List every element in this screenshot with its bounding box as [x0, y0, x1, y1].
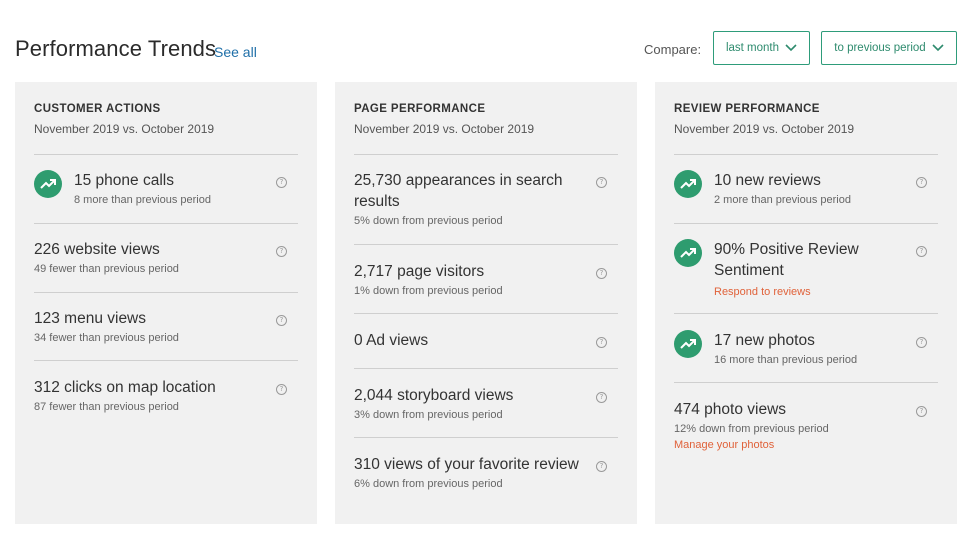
customer-actions-card: CUSTOMER ACTIONS November 2019 vs. Octob… — [15, 82, 317, 524]
metric-change: 49 fewer than previous period — [34, 263, 179, 275]
metric-change: 6% down from previous period — [354, 478, 503, 490]
divider — [354, 313, 618, 314]
compare-select[interactable]: to previous period — [821, 31, 957, 65]
metric-change: 16 more than previous period — [714, 354, 858, 366]
metric-value: 310 views of your favorite review — [354, 456, 579, 473]
page-header: Performance Trends See all Compare: last… — [0, 0, 970, 80]
help-circle-icon[interactable]: ? — [596, 392, 607, 403]
compare-label: Compare: — [644, 42, 702, 57]
period-select-value: last month — [725, 42, 780, 54]
card-subtitle: November 2019 vs. October 2019 — [354, 122, 535, 136]
help-circle-icon[interactable]: ? — [276, 315, 287, 326]
divider — [674, 313, 938, 314]
divider — [34, 360, 298, 361]
page-title: Performance Trends — [15, 36, 217, 61]
respond-to-reviews-link[interactable]: Respond to reviews — [714, 286, 894, 298]
metric-website-views: 226 website views 49 fewer than previous… — [34, 239, 298, 279]
metric-value: 123 menu views — [34, 310, 147, 327]
card-subtitle: November 2019 vs. October 2019 — [674, 122, 855, 136]
metric-change: 1% down from previous period — [354, 285, 503, 297]
metric-favorite-review-views: 310 views of your favorite review 6% dow… — [354, 454, 618, 494]
divider — [354, 368, 618, 369]
manage-photos-link[interactable]: Manage your photos — [674, 439, 914, 451]
page-performance-card: PAGE PERFORMANCE November 2019 vs. Octob… — [335, 82, 637, 524]
trending-up-icon — [34, 170, 62, 198]
metric-value: 25,730 appearances in search results — [354, 172, 563, 210]
card-subtitle: November 2019 vs. October 2019 — [34, 122, 215, 136]
chevron-down-icon — [932, 44, 944, 52]
metric-change: 87 fewer than previous period — [34, 401, 179, 413]
card-title: PAGE PERFORMANCE — [354, 103, 486, 115]
metric-menu-views: 123 menu views 34 fewer than previous pe… — [34, 308, 298, 348]
divider — [674, 223, 938, 224]
metric-change: 8 more than previous period — [74, 194, 211, 206]
metric-value: 90% Positive Review Sentiment — [714, 241, 859, 279]
metric-value: 2,044 storyboard views — [354, 387, 514, 404]
help-circle-icon[interactable]: ? — [916, 406, 927, 417]
metric-new-reviews: 10 new reviews 2 more than previous peri… — [674, 170, 938, 210]
help-circle-icon[interactable]: ? — [596, 461, 607, 472]
metric-review-sentiment: 90% Positive Review Sentiment Respond to… — [674, 239, 938, 303]
metric-value: 10 new reviews — [714, 172, 821, 189]
help-circle-icon[interactable]: ? — [596, 268, 607, 279]
see-all-link[interactable]: See all — [214, 44, 257, 60]
metric-storyboard-views: 2,044 storyboard views 3% down from prev… — [354, 385, 618, 425]
metric-change: 5% down from previous period — [354, 215, 503, 227]
trending-up-icon — [674, 330, 702, 358]
divider — [34, 223, 298, 224]
period-select[interactable]: last month — [713, 31, 810, 65]
metric-map-clicks: 312 clicks on map location 87 fewer than… — [34, 377, 298, 417]
divider — [354, 437, 618, 438]
metric-value: 15 phone calls — [74, 172, 174, 189]
metric-value: 474 photo views — [674, 401, 787, 418]
metric-change: 2 more than previous period — [714, 194, 851, 206]
metric-change: 12% down from previous period — [674, 423, 829, 435]
metric-change: 3% down from previous period — [354, 409, 503, 421]
metric-value: 2,717 page visitors — [354, 263, 485, 280]
metric-change: 34 fewer than previous period — [34, 332, 179, 344]
card-title: CUSTOMER ACTIONS — [34, 103, 161, 115]
divider — [34, 292, 298, 293]
trending-up-icon — [674, 239, 702, 267]
metric-value: 17 new photos — [714, 332, 815, 349]
divider — [354, 244, 618, 245]
metric-search-appearances: 25,730 appearances in search results 5% … — [354, 170, 618, 232]
chevron-down-icon — [785, 44, 797, 52]
help-circle-icon[interactable]: ? — [916, 177, 927, 188]
divider — [674, 382, 938, 383]
compare-select-value: to previous period — [834, 42, 926, 54]
help-circle-icon[interactable]: ? — [596, 337, 607, 348]
help-circle-icon[interactable]: ? — [916, 246, 927, 257]
metric-value: 312 clicks on map location — [34, 379, 216, 396]
metric-value: 0 Ad views — [354, 332, 429, 349]
divider — [34, 154, 298, 155]
help-circle-icon[interactable]: ? — [276, 384, 287, 395]
metric-phone-calls: 15 phone calls 8 more than previous peri… — [34, 170, 298, 210]
help-circle-icon[interactable]: ? — [276, 246, 287, 257]
card-title: REVIEW PERFORMANCE — [674, 103, 820, 115]
metric-ad-views: 0 Ad views ? — [354, 330, 618, 360]
help-circle-icon[interactable]: ? — [596, 177, 607, 188]
review-performance-card: REVIEW PERFORMANCE November 2019 vs. Oct… — [655, 82, 957, 524]
metric-value: 226 website views — [34, 241, 160, 258]
divider — [674, 154, 938, 155]
divider — [354, 154, 618, 155]
metric-photo-views: 474 photo views 12% down from previous p… — [674, 399, 938, 459]
metric-new-photos: 17 new photos 16 more than previous peri… — [674, 330, 938, 370]
help-circle-icon[interactable]: ? — [916, 337, 927, 348]
help-circle-icon[interactable]: ? — [276, 177, 287, 188]
metric-page-visitors: 2,717 page visitors 1% down from previou… — [354, 261, 618, 301]
trending-up-icon — [674, 170, 702, 198]
